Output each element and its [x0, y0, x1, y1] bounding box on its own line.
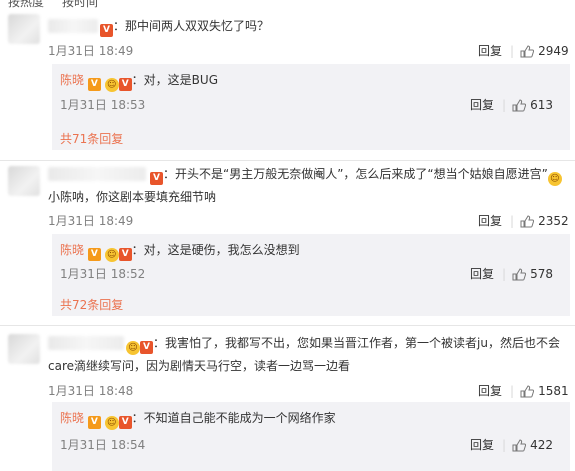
vip-badge-icon: V [118, 78, 132, 91]
like-count: 613 [530, 98, 553, 112]
reply-date: 1月31日 18:52 [60, 267, 146, 281]
verified-badge-icon: V [87, 416, 101, 429]
reply-box: 陈晓 V ☺ V ：对，这是BUG 1月31日 18:53 回复 | 613 共71条回… [52, 64, 570, 150]
reply-box: 陈晓 V ☺ V ：不知道自己能不能成为一个网络作家 1月31日 18:54 回复 |… [52, 402, 570, 471]
thumb-up-icon [512, 439, 527, 452]
reply-date: 1月31日 18:54 [60, 438, 146, 452]
emoji-icon: ☺ [104, 248, 119, 262]
like-button[interactable]: 2352 [520, 214, 569, 228]
verified-badge-icon: V [87, 78, 101, 91]
thumb-up-icon [512, 268, 527, 281]
reply-box: 陈晓 V ☺ V ：对，这是硬伤，我怎么没想到 1月31日 18:52 回复 | 578… [52, 234, 570, 316]
comment-text: V ：那中间两人双双失忆了吗？ [100, 18, 269, 37]
like-button[interactable]: 2949 [520, 44, 569, 58]
reply-actions: 回复 | 613 [470, 98, 553, 112]
emoji-icon: ☺ [126, 341, 140, 355]
thumb-up-icon [520, 45, 535, 58]
reply-button[interactable]: 回复 [470, 438, 494, 452]
comment-text-line2: care滴继续写问，因为剧情天马行空，读者一边骂一边看 [48, 359, 351, 373]
reply-text: 陈晓 V ☺ V ：不知道自己能不能成为一个网络作家 [60, 411, 336, 430]
sort-tabs: 按热度 按时间 [0, 0, 575, 8]
reply-author[interactable]: 陈晓 [60, 411, 84, 425]
reply-text: 陈晓 V ☺ V ：对，这是BUG [60, 73, 218, 92]
reply-text: 陈晓 V ☺ V ：对，这是硬伤，我怎么没想到 [60, 243, 300, 262]
comment-text-line2: 小陈呐，你这剧本要填充细节呐 [48, 190, 217, 204]
reply-button[interactable]: 回复 [470, 267, 494, 281]
comment-date: 1月31日 18:48 [48, 384, 134, 398]
comment-actions: 回复 | 2949 [478, 44, 569, 58]
emoji-icon: ☺ [104, 416, 119, 430]
reply-button[interactable]: 回复 [478, 214, 502, 228]
comment-actions: 回复 | 1581 [478, 384, 569, 398]
comment-item: V ：那中间两人双双失忆了吗？ 1月31日 18:49 回复 | 2949 陈晓 V … [0, 8, 575, 152]
reply-author[interactable]: 陈晓 [60, 73, 84, 87]
like-count: 578 [530, 267, 553, 281]
divider [0, 325, 575, 326]
like-count: 422 [530, 438, 553, 452]
divider [0, 160, 575, 161]
comment-text: ☺ V ：我害怕了，我都写不出，您如果当晋江作者，第一个被读者ju，然后也不会 [126, 335, 560, 355]
more-replies-link[interactable]: 共71条回复 [60, 130, 123, 147]
comment-item: V ：开头不是“男主万般无奈做阉人”，怎么后来成了“想当个姑娘自愿进宫” ☺ 小陈呐… [0, 164, 575, 318]
comment-item: ☺ V ：我害怕了，我都写不出，您如果当晋江作者，第一个被读者ju，然后也不会 ca… [0, 332, 575, 471]
username-blurred[interactable] [48, 167, 146, 181]
emoji-icon: ☺ [104, 78, 119, 92]
tab-by-time[interactable]: 按时间 [62, 0, 98, 8]
thumb-up-icon [520, 215, 535, 228]
reply-author[interactable]: 陈晓 [60, 243, 84, 257]
tab-by-hot[interactable]: 按热度 [8, 0, 44, 8]
vip-badge-icon: V [118, 416, 132, 429]
avatar[interactable] [8, 334, 40, 364]
reply-date: 1月31日 18:53 [60, 98, 146, 112]
comment-actions: 回复 | 2352 [478, 214, 569, 228]
vip-badge-icon: V [140, 341, 153, 354]
comment-text: V ：开头不是“男主万般无奈做阉人”，怎么后来成了“想当个姑娘自愿进宫” ☺ [150, 166, 562, 186]
avatar[interactable] [8, 14, 40, 44]
like-button[interactable]: 422 [512, 438, 553, 452]
avatar[interactable] [8, 166, 40, 196]
reply-button[interactable]: 回复 [478, 44, 502, 58]
vip-badge-icon: V [150, 172, 163, 185]
username-blurred[interactable] [48, 19, 98, 33]
more-replies-link[interactable]: 共72条回复 [60, 296, 123, 313]
thumb-up-icon [512, 99, 527, 112]
reply-button[interactable]: 回复 [470, 98, 494, 112]
vip-badge-icon: V [100, 24, 113, 37]
reply-actions: 回复 | 578 [470, 267, 553, 281]
like-count: 2949 [538, 44, 569, 58]
comment-date: 1月31日 18:49 [48, 214, 134, 228]
thumb-up-icon [520, 385, 535, 398]
like-button[interactable]: 1581 [520, 384, 569, 398]
verified-badge-icon: V [87, 248, 101, 261]
username-blurred[interactable] [48, 336, 124, 350]
like-button[interactable]: 613 [512, 98, 553, 112]
like-count: 1581 [538, 384, 569, 398]
reply-actions: 回复 | 422 [470, 438, 553, 452]
like-count: 2352 [538, 214, 569, 228]
comment-date: 1月31日 18:49 [48, 44, 134, 58]
like-button[interactable]: 578 [512, 267, 553, 281]
reply-button[interactable]: 回复 [478, 384, 502, 398]
emoji-icon: ☺ [547, 172, 562, 186]
vip-badge-icon: V [118, 248, 132, 261]
